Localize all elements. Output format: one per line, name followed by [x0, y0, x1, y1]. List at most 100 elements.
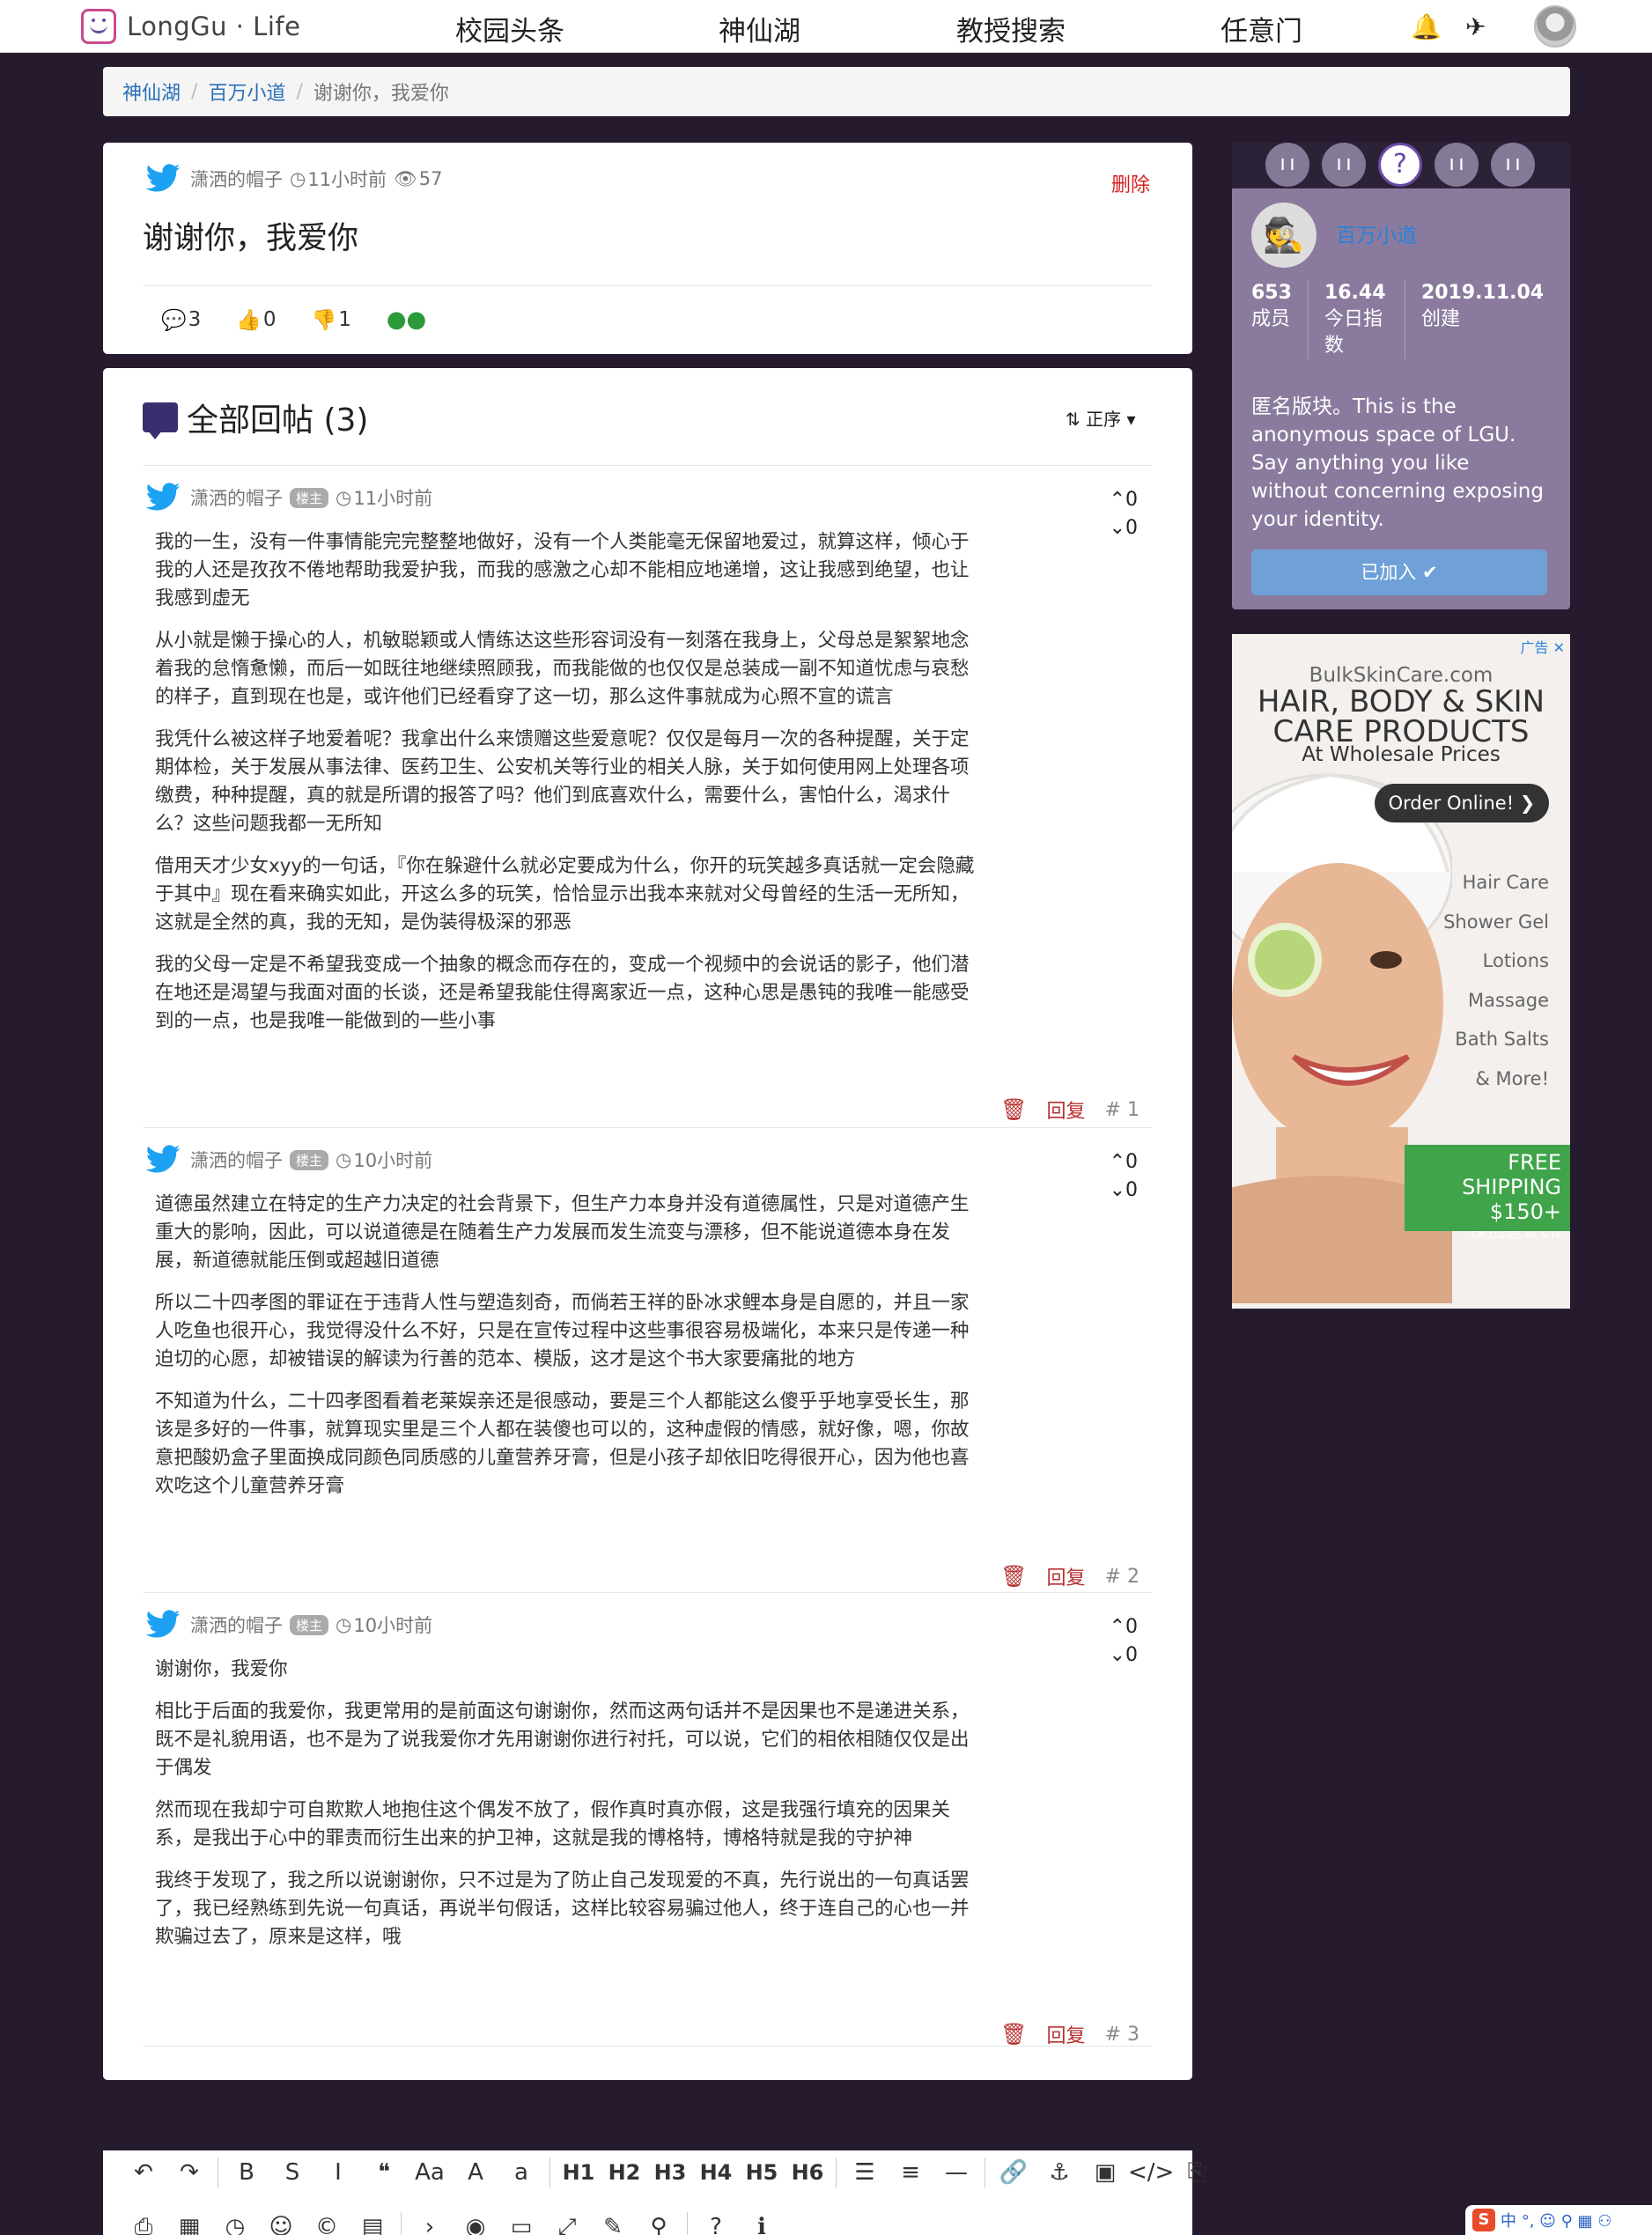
toolbar-button[interactable]: S	[269, 2159, 315, 2186]
toolbar-button[interactable]: ℹ	[739, 2214, 785, 2235]
reply-author[interactable]: 潇洒的帽子	[190, 1147, 283, 1173]
toolbar-button[interactable]: ▣	[1082, 2159, 1128, 2186]
sogou-ime-icon[interactable]: S	[1472, 2209, 1495, 2231]
comment-count-button[interactable]: 💬 3	[161, 306, 201, 333]
stat-index: 16.44 今日指数	[1324, 280, 1405, 359]
toolbar-button[interactable]: H1	[556, 2160, 601, 2185]
toolbar-button[interactable]: ↶	[121, 2159, 166, 2186]
trash-icon[interactable]: 🗑	[1000, 1564, 1027, 1589]
toolbar-button[interactable]: ✎	[590, 2214, 636, 2235]
forum-switcher: ❙❙ ❙❙ ? ❙❙ ❙❙	[1265, 143, 1535, 187]
downvote-button[interactable]: ⌄0	[1110, 514, 1138, 542]
ime-controls[interactable]: 中 °, ☺ ⚲ ▦ ⚇	[1501, 2209, 1611, 2231]
toolbar-button[interactable]: A	[453, 2159, 498, 2186]
nav-item-anywhere-door[interactable]: 任意门	[1221, 9, 1302, 48]
toolbar-button[interactable]: ⚓	[1036, 2159, 1082, 2186]
forum-name[interactable]: 百万小道	[1336, 218, 1417, 248]
toolbar-button[interactable]: Aa	[407, 2159, 453, 2186]
reply-author[interactable]: 潇洒的帽子	[190, 1612, 283, 1638]
downvote-button[interactable]: ⌄0	[1110, 1177, 1138, 1205]
send-icon[interactable]: ✈	[1465, 12, 1486, 41]
sort-dropdown[interactable]: ⇅ 正序 ▾	[1066, 405, 1136, 431]
twitter-bird-icon	[143, 1606, 183, 1643]
reply-paragraph: 借用天才少女xyy的一句话，『你在躲避什么就必定要成为什么，你开的玩笑越多真话就…	[155, 855, 975, 933]
wechat-share-icon[interactable]: ●●	[387, 306, 426, 333]
toolbar-button[interactable]: H3	[647, 2160, 693, 2185]
ad-choices-tag[interactable]: 广告 ✕	[1521, 636, 1566, 657]
toolbar-button[interactable]: ⤢	[544, 2214, 590, 2235]
toolbar-button[interactable]: ▤	[350, 2214, 395, 2235]
upvote-button[interactable]: ⌃0	[1110, 486, 1138, 514]
upvote-button[interactable]: ⌃0	[1110, 1613, 1138, 1641]
toolbar-button[interactable]: ▦	[166, 2214, 212, 2235]
toolbar-button[interactable]: I	[315, 2159, 361, 2186]
toolbar-button[interactable]: ❝	[361, 2159, 407, 2186]
toolbar-button[interactable]: H5	[739, 2160, 785, 2185]
forum-switch-item[interactable]: ❙❙	[1491, 143, 1535, 187]
toolbar-button[interactable]: ⎘	[1174, 2159, 1220, 2187]
reply-paragraph: 相比于后面的我爱你，我更常用的是前面这句谢谢你，然而这两句话并不是因果也不是递进…	[155, 1700, 970, 1779]
toolbar-button[interactable]: ⚲	[636, 2214, 682, 2235]
toolbar-button[interactable]: ©	[304, 2214, 350, 2235]
forum-switch-item-active[interactable]: ?	[1378, 143, 1422, 187]
replies-card: 全部回帖 (3) ⇅ 正序 ▾ 潇洒的帽子 楼主 ◷ 11小时前 ⌃0 ⌄0 我…	[103, 368, 1192, 2080]
toolbar-button[interactable]: H4	[693, 2160, 739, 2185]
delete-post-link[interactable]: 删除	[1111, 169, 1150, 197]
breadcrumb-lake[interactable]: 神仙湖	[122, 77, 181, 106]
nav-item-headlines[interactable]: 校园头条	[455, 9, 564, 48]
toolbar-button[interactable]: —	[933, 2159, 979, 2186]
eye-icon: 👁	[394, 167, 417, 189]
forum-switch-item[interactable]: ❙❙	[1322, 143, 1366, 187]
toolbar-button[interactable]: B	[224, 2159, 269, 2186]
reply-paragraph: 我的一生，没有一件事情能完完整整地做好，没有一个人类能毫无保留地爱过，就算这样，…	[155, 531, 970, 609]
reply-footer: 🗑 回复 # 1	[1000, 1095, 1139, 1124]
toolbar-button[interactable]: ◷	[212, 2214, 258, 2235]
reply-time: 11小时前	[353, 488, 433, 509]
post-author[interactable]: 潇洒的帽子	[190, 166, 283, 192]
forum-description: 匿名版块。This is the anonymous space of LGU.…	[1251, 395, 1544, 531]
nav-item-professor-search[interactable]: 教授搜索	[956, 9, 1066, 48]
thumbs-down-icon: 👎	[311, 308, 337, 332]
toolbar-button[interactable]: </>	[1128, 2159, 1174, 2186]
reply-author[interactable]: 潇洒的帽子	[190, 484, 283, 511]
ad-order-button[interactable]: Order Online! ❯	[1375, 784, 1549, 822]
post-meta: 潇洒的帽子 ◷ 11小时前 👁 57	[143, 160, 442, 197]
site-logo[interactable]: LongGu · Life	[81, 5, 300, 48]
like-button[interactable]: 👍 0	[236, 306, 276, 333]
forum-switch-item[interactable]: ❙❙	[1434, 143, 1479, 187]
joined-button[interactable]: 已加入 ✔	[1251, 550, 1547, 595]
dislike-button[interactable]: 👎 1	[312, 306, 351, 333]
replies-title: 全部回帖 (3)	[187, 402, 369, 439]
post-title: 谢谢你，我爱你	[143, 221, 359, 256]
upvote-count: 0	[1125, 1151, 1138, 1173]
reply-button[interactable]: 回复	[1047, 1095, 1086, 1124]
toolbar-button[interactable]: ↷	[166, 2159, 212, 2186]
ad-subheadline: At Wholesale Prices	[1302, 743, 1501, 766]
downvote-button[interactable]: ⌄0	[1110, 1641, 1138, 1670]
op-badge: 楼主	[290, 487, 329, 508]
toolbar-button[interactable]: ◉	[453, 2214, 498, 2235]
breadcrumb-forum[interactable]: 百万小道	[208, 77, 285, 106]
toolbar-row-2: ⎙ ▦ ◷ ☺ © ▤ › ◉ ▭ ⤢ ✎ ⚲? ℹ	[121, 2212, 785, 2235]
user-avatar[interactable]	[1534, 5, 1576, 48]
toolbar-button[interactable]: 🔗	[991, 2159, 1036, 2186]
toolbar-button[interactable]: ⎙	[121, 2214, 166, 2235]
toolbar-button[interactable]: H6	[785, 2160, 830, 2185]
trash-icon[interactable]: 🗑	[1000, 2022, 1027, 2047]
forum-switch-item[interactable]: ❙❙	[1265, 143, 1309, 187]
advertisement[interactable]: 广告 ✕ BulkSkinCare.com HAIR, BODY & SKIN …	[1232, 634, 1570, 1309]
toolbar-button[interactable]: ?	[693, 2214, 739, 2235]
toolbar-button[interactable]: ☰	[842, 2159, 888, 2186]
bell-icon[interactable]: 🔔	[1411, 12, 1442, 41]
reply-button[interactable]: 回复	[1047, 1562, 1086, 1590]
toolbar-button[interactable]: a	[498, 2159, 544, 2186]
trash-icon[interactable]: 🗑	[1000, 1097, 1027, 1122]
reply-button[interactable]: 回复	[1047, 2020, 1086, 2048]
toolbar-button[interactable]: H2	[601, 2160, 647, 2185]
toolbar-button[interactable]: ≡	[888, 2159, 933, 2186]
toolbar-button[interactable]: ☺	[258, 2214, 304, 2235]
toolbar-button[interactable]: ›	[407, 2214, 453, 2235]
upvote-button[interactable]: ⌃0	[1110, 1148, 1138, 1177]
nav-item-lake[interactable]: 神仙湖	[719, 9, 800, 48]
toolbar-button[interactable]: ▭	[498, 2214, 544, 2235]
